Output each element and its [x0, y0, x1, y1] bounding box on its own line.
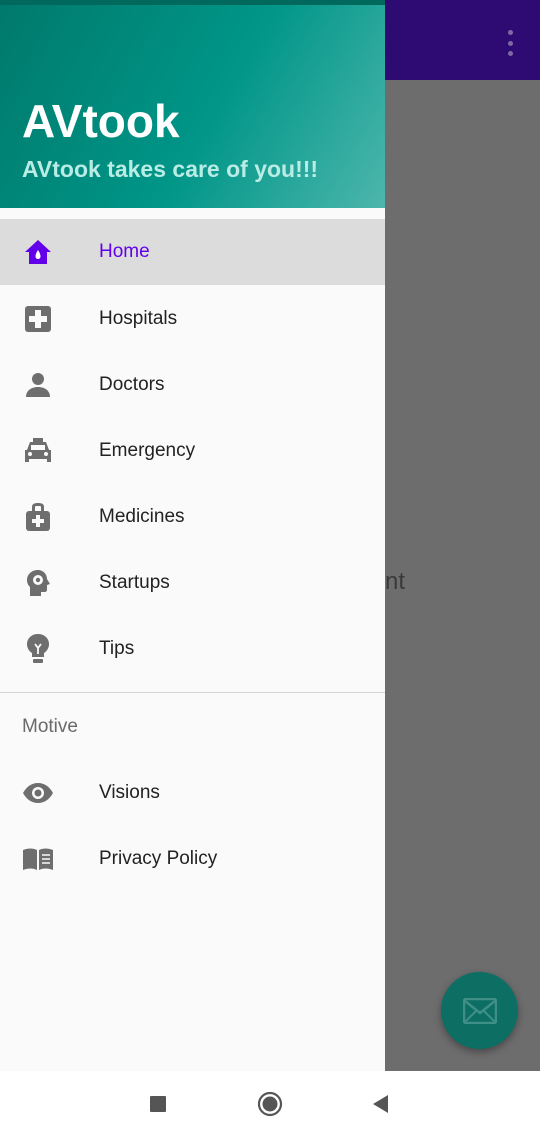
person-icon: [22, 369, 54, 401]
menu-item-privacy-policy[interactable]: Privacy Policy: [0, 826, 385, 892]
app-title: AVtook: [22, 95, 180, 147]
menu-item-home[interactable]: Home: [0, 219, 385, 285]
menu-item-label: Home: [99, 241, 150, 262]
menu-item-label: Visions: [99, 782, 160, 803]
drawer-header: AVtook AVtook takes care of you!!!: [0, 0, 385, 208]
back-button[interactable]: [365, 1089, 395, 1119]
lightbulb-icon: [22, 633, 54, 665]
taxi-icon: [22, 435, 54, 467]
menu-item-hospitals[interactable]: Hospitals: [0, 286, 385, 352]
navigation-drawer: AVtook AVtook takes care of you!!! Home …: [0, 0, 385, 1071]
drawer-divider: [0, 692, 385, 693]
menu-item-tips[interactable]: Tips: [0, 616, 385, 682]
menu-item-label: Startups: [99, 572, 170, 593]
home-icon: [22, 236, 54, 268]
menu-item-label: Medicines: [99, 506, 185, 527]
menu-item-doctors[interactable]: Doctors: [0, 352, 385, 418]
menu-item-label: Hospitals: [99, 308, 178, 329]
triangle-back-icon: [373, 1095, 388, 1113]
email-icon: [462, 997, 497, 1024]
status-bar: [0, 0, 385, 5]
menu-item-emergency[interactable]: Emergency: [0, 418, 385, 484]
menu-item-label: Privacy Policy: [99, 848, 218, 869]
brain-gear-icon: [22, 567, 54, 599]
medical-bag-icon: [22, 501, 54, 533]
section-header-motive: Motive: [22, 716, 78, 737]
email-fab-button[interactable]: [441, 972, 518, 1049]
square-icon: [150, 1096, 166, 1112]
menu-item-visions[interactable]: Visions: [0, 760, 385, 826]
menu-item-medicines[interactable]: Medicines: [0, 484, 385, 550]
recents-button[interactable]: [143, 1089, 173, 1119]
menu-item-label: Emergency: [99, 440, 196, 461]
system-navigation-bar: [0, 1071, 540, 1136]
home-button[interactable]: [255, 1089, 285, 1119]
overflow-menu-icon[interactable]: [502, 30, 518, 56]
circle-icon: [257, 1091, 283, 1117]
menu-item-label: Tips: [99, 638, 135, 659]
app-subtitle: AVtook takes care of you!!!: [22, 156, 319, 182]
hospital-icon: [22, 303, 54, 335]
background-content-text: nt: [385, 568, 406, 595]
eye-icon: [22, 777, 54, 809]
menu-item-startups[interactable]: Startups: [0, 550, 385, 616]
menu-item-label: Doctors: [99, 374, 165, 395]
book-icon: [22, 843, 54, 875]
